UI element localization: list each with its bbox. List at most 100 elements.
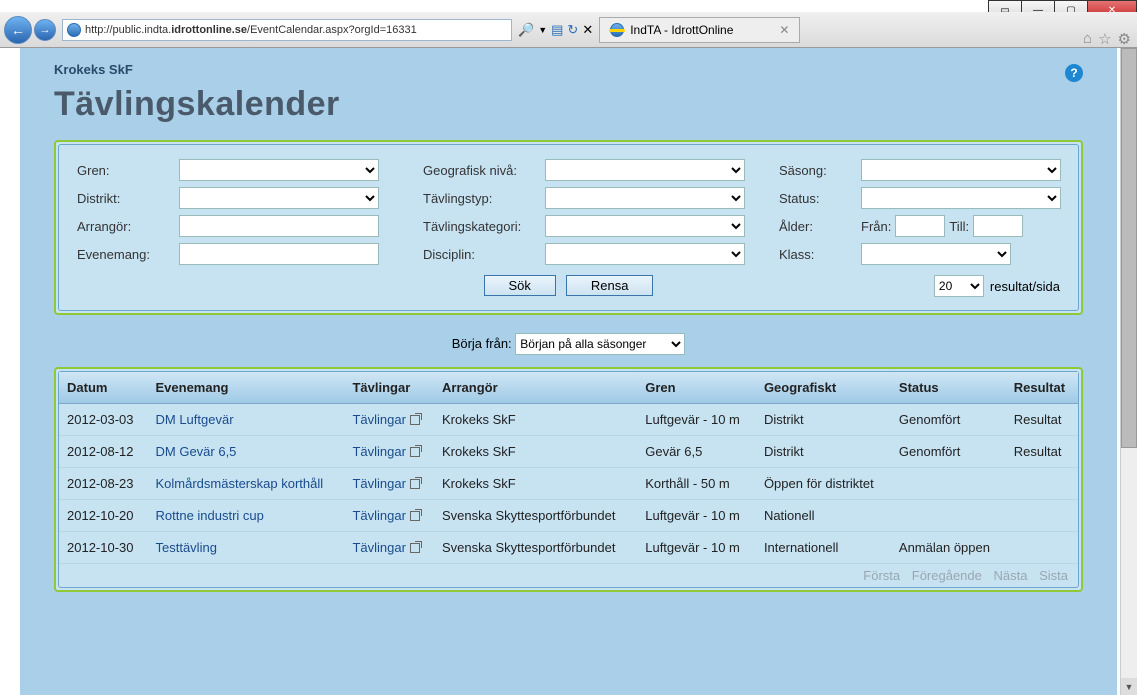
url-actions: 🔎 ▼ ▤ ↻ ✕ [518,22,593,38]
input-evenemang[interactable] [179,243,379,265]
select-perpage[interactable]: 20 [934,275,984,297]
col-geogr[interactable]: Geografiskt [756,372,891,404]
cell-gren: Gevär 6,5 [637,436,756,468]
address-bar[interactable]: http://public.indta.idrottonline.se/Even… [62,19,512,41]
select-tavlingskategori[interactable] [545,215,745,237]
select-distrikt[interactable] [179,187,379,209]
stop-button[interactable]: ✕ [582,22,593,38]
cell-datum: 2012-10-30 [59,532,148,564]
resultat-link[interactable]: Resultat [1014,412,1062,427]
table-row: 2012-03-03 DM Luftgevär Tävlingar Krokeks … [59,404,1078,436]
url-prefix: http://public.indta. [85,24,171,36]
col-status[interactable]: Status [891,372,1006,404]
pager-prev[interactable]: Föregående [912,568,982,583]
pager-next[interactable]: Nästa [994,568,1028,583]
cell-datum: 2012-08-12 [59,436,148,468]
vertical-scrollbar[interactable]: ▲ ▼ [1120,48,1137,695]
label-status: Status: [779,191,859,206]
tavlingar-link[interactable]: Tävlingar [352,476,419,491]
select-klass[interactable] [861,243,1011,265]
label-perpage: resultat/sida [990,279,1060,294]
col-datum[interactable]: Datum [59,372,148,404]
event-link[interactable]: Rottne industri cup [156,508,264,523]
input-alder-till[interactable] [973,215,1023,237]
label-gren: Gren: [77,163,177,178]
label-fran: Från: [861,219,891,234]
cell-arrangor: Krokeks SkF [434,436,637,468]
input-arrangor[interactable] [179,215,379,237]
search-button[interactable]: Sök [484,275,556,296]
cell-resultat [1006,500,1078,532]
help-icon[interactable]: ? [1065,64,1083,82]
tavlingar-link[interactable]: Tävlingar [352,540,419,555]
event-link[interactable]: DM Gevär 6,5 [156,444,237,459]
results-panel: Datum Evenemang Tävlingar Arrangör Gren … [54,367,1083,592]
external-link-icon [410,543,420,553]
col-resultat[interactable]: Resultat [1006,372,1078,404]
cell-resultat: Resultat [1006,404,1078,436]
event-link[interactable]: Kolmårdsmästerskap korthåll [156,476,324,491]
select-status[interactable] [861,187,1061,209]
table-row: 2012-10-30 Testtävling Tävlingar Svenska S… [59,532,1078,564]
cell-geogr: Öppen för distriktet [756,468,891,500]
tavlingar-link[interactable]: Tävlingar [352,508,419,523]
tools-icon[interactable]: ⚙ [1118,30,1131,48]
table-row: 2012-08-23 Kolmårdsmästerskap korthåll Täv… [59,468,1078,500]
cell-datum: 2012-03-03 [59,404,148,436]
cell-arrangor: Krokeks SkF [434,404,637,436]
cell-status [891,468,1006,500]
cell-status: Genomfört [891,404,1006,436]
scroll-down-icon[interactable]: ▼ [1121,678,1137,695]
dropdown-icon[interactable]: ▼ [538,25,547,35]
col-gren[interactable]: Gren [637,372,756,404]
cell-arrangor: Krokeks SkF [434,468,637,500]
cell-geogr: Internationell [756,532,891,564]
tab-close-icon[interactable]: ✕ [779,23,789,37]
select-startfrom[interactable]: Början på alla säsonger [515,333,685,355]
input-alder-fran[interactable] [895,215,945,237]
browser-toolbar: ← → http://public.indta.idrottonline.se/… [0,12,1137,48]
external-link-icon [410,479,420,489]
external-link-icon [410,511,420,521]
col-arrangor[interactable]: Arrangör [434,372,637,404]
select-disciplin[interactable] [545,243,745,265]
select-tavlingstyp[interactable] [545,187,745,209]
compat-icon[interactable]: ▤ [551,22,563,38]
reset-button[interactable]: Rensa [566,275,654,296]
tavlingar-link[interactable]: Tävlingar [352,444,419,459]
search-icon[interactable]: 🔎 [518,22,534,38]
scroll-thumb[interactable] [1121,48,1137,448]
back-button[interactable]: ← [4,16,32,44]
pagination: Första Föregående Nästa Sista [59,564,1078,587]
label-disciplin: Disciplin: [423,247,543,262]
resultat-link[interactable]: Resultat [1014,444,1062,459]
pager-last[interactable]: Sista [1039,568,1068,583]
select-gren[interactable] [179,159,379,181]
cell-geogr: Distrikt [756,436,891,468]
cell-resultat: Resultat [1006,436,1078,468]
forward-button[interactable]: → [34,19,56,41]
label-startfrom: Börja från: [452,336,512,351]
event-link[interactable]: Testtävling [156,540,217,555]
pager-first[interactable]: Första [863,568,900,583]
label-tavlingstyp: Tävlingstyp: [423,191,543,206]
event-link[interactable]: DM Luftgevär [156,412,234,427]
refresh-button[interactable]: ↻ [567,22,578,38]
tavlingar-link[interactable]: Tävlingar [352,412,419,427]
cell-arrangor: Svenska Skyttesportförbundet [434,500,637,532]
cell-status [891,500,1006,532]
url-domain: idrottonline.se [171,24,247,36]
browser-tab[interactable]: IndTA - IdrottOnline ✕ [599,17,800,43]
cell-geogr: Nationell [756,500,891,532]
cell-gren: Luftgevär - 10 m [637,404,756,436]
col-tavlingar[interactable]: Tävlingar [344,372,434,404]
select-geonivaa[interactable] [545,159,745,181]
cell-resultat [1006,532,1078,564]
favorites-icon[interactable]: ☆ [1098,30,1111,48]
cell-arrangor: Svenska Skyttesportförbundet [434,532,637,564]
cell-datum: 2012-08-23 [59,468,148,500]
external-link-icon [410,447,420,457]
select-sasong[interactable] [861,159,1061,181]
col-evenemang[interactable]: Evenemang [148,372,345,404]
home-icon[interactable]: ⌂ [1083,30,1092,48]
